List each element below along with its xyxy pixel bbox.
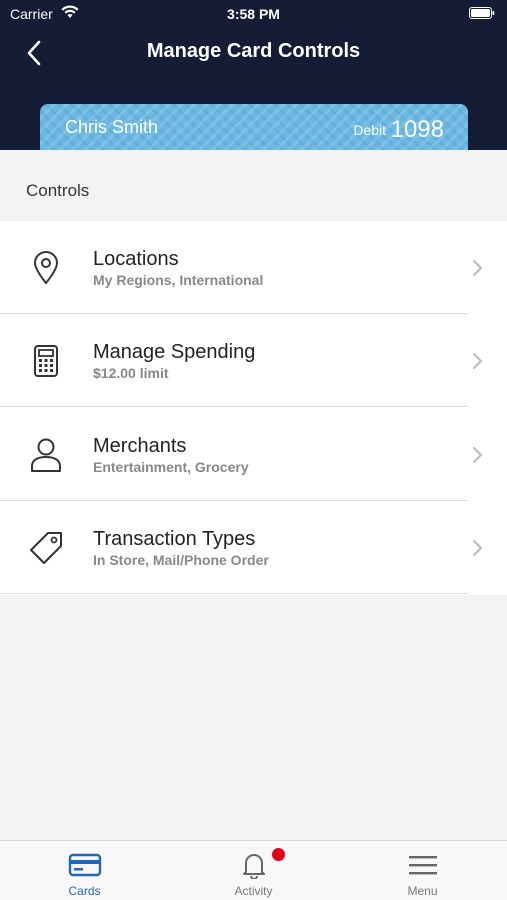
card-holder-name: Chris Smith [65, 117, 159, 137]
battery-icon [469, 7, 495, 19]
notification-badge [272, 848, 285, 861]
location-pin-icon [25, 247, 67, 289]
status-bar: Carrier 3:58 PM [0, 0, 507, 28]
tab-activity[interactable]: Activity [169, 841, 338, 900]
row-subtitle: In Store, Mail/Phone Order [93, 552, 269, 568]
control-row-locations[interactable]: Locations My Regions, International [0, 221, 507, 314]
chevron-right-icon [473, 447, 482, 463]
card-type-label: Debit [353, 122, 386, 138]
tab-bar: Cards Activity Menu [0, 840, 507, 900]
section-label-controls: Controls [26, 181, 90, 200]
row-subtitle: Entertainment, Grocery [93, 459, 249, 475]
row-title: Manage Spending [93, 341, 256, 363]
credit-card-icon [68, 851, 102, 879]
bell-icon [237, 851, 271, 879]
row-divider [0, 406, 468, 407]
tab-label: Menu [407, 884, 438, 898]
tab-label: Activity [234, 884, 273, 898]
tab-label: Cards [68, 884, 101, 898]
control-row-manage-spending[interactable]: Manage Spending $12.00 limit [0, 314, 507, 407]
row-title: Locations [93, 248, 179, 270]
hamburger-menu-icon [406, 851, 440, 879]
tab-menu[interactable]: Menu [338, 841, 507, 900]
status-time: 3:58 PM [227, 6, 280, 22]
chevron-right-icon [473, 353, 482, 369]
row-title: Transaction Types [93, 528, 256, 550]
card-last-four: 1098 [390, 116, 444, 143]
page-title: Manage Card Controls [146, 40, 361, 62]
calculator-icon [25, 340, 67, 382]
person-icon [25, 434, 67, 476]
tab-cards[interactable]: Cards [0, 841, 169, 900]
controls-list: Locations My Regions, International Mana… [0, 221, 507, 595]
row-subtitle: My Regions, International [93, 272, 264, 288]
row-subtitle: $12.00 limit [93, 365, 169, 381]
screen: Carrier 3:58 PM Manage Card Controls Chr… [0, 0, 507, 900]
header: Carrier 3:58 PM Manage Card Controls Chr… [0, 0, 507, 150]
tag-icon [25, 527, 67, 569]
row-title: Merchants [93, 435, 187, 457]
debit-card[interactable]: Chris Smith Debit 1098 [40, 104, 468, 150]
chevron-right-icon [473, 540, 482, 556]
control-row-merchants[interactable]: Merchants Entertainment, Grocery [0, 408, 507, 501]
chevron-right-icon [473, 260, 482, 276]
control-row-transaction-types[interactable]: Transaction Types In Store, Mail/Phone O… [0, 501, 507, 594]
row-divider [0, 593, 468, 594]
